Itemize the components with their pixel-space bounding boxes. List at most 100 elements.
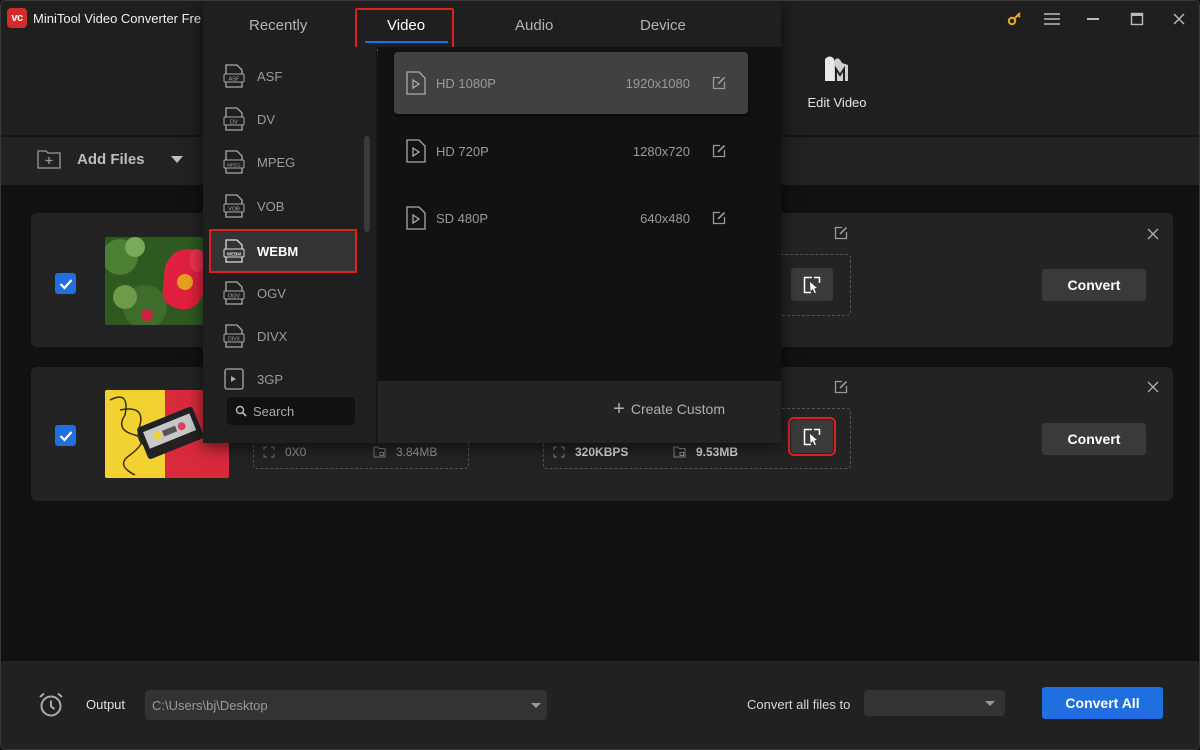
svg-text:VOB: VOB: [228, 207, 240, 213]
movie-maker-icon: [822, 51, 852, 85]
format-label: DIVX: [257, 328, 288, 344]
target-bitrate: 320KBPS: [553, 445, 628, 459]
preset-name: HD 1080P: [436, 75, 496, 91]
format-item-webm[interactable]: WEBM WEBM: [209, 229, 357, 273]
convert-button[interactable]: Convert: [1042, 423, 1146, 455]
format-item-vob[interactable]: VOB VOB: [211, 186, 355, 226]
format-list: ASF ASF DV DV MPEG MPEG VOB VOB WEBM WEB…: [203, 47, 377, 443]
add-files-label: Add Files: [77, 150, 145, 168]
app-logo: vc: [7, 8, 27, 28]
format-label: VOB: [257, 198, 285, 214]
remove-file-icon[interactable]: [1145, 381, 1161, 397]
tab-highlight-box: [355, 8, 454, 51]
create-custom-label: Create Custom: [630, 401, 725, 417]
asf-file-icon: ASF: [223, 64, 245, 88]
source-resolution: 0X0: [263, 445, 306, 459]
preset-item[interactable]: SD 480P 640x480: [394, 187, 748, 249]
file-checkbox[interactable]: [55, 425, 76, 446]
format-picker-popup: Recently Video Audio Device ASF ASF DV D…: [203, 1, 781, 443]
webm-file-icon: WEBM: [223, 239, 245, 263]
format-item-3gp[interactable]: 3GP: [211, 359, 355, 399]
select-format-button[interactable]: [788, 417, 836, 456]
bottom-bar: Output C:\Users\bj\Desktop Convert all f…: [1, 661, 1199, 749]
cursor-select-icon: [803, 276, 821, 293]
svg-text:OGV: OGV: [228, 294, 241, 300]
edit-preset-icon[interactable]: [712, 76, 726, 90]
svg-text:DIVX: DIVX: [228, 337, 240, 343]
convert-all-format-select[interactable]: [864, 690, 1005, 716]
format-label: ASF: [257, 68, 283, 84]
tab-audio[interactable]: Audio: [515, 17, 553, 34]
svg-text:MPEG: MPEG: [227, 163, 241, 168]
edit-video-button[interactable]: Edit Video: [801, 51, 873, 110]
video-file-icon: [406, 139, 426, 163]
dv-file-icon: DV: [223, 107, 245, 131]
convert-button[interactable]: Convert: [1042, 269, 1146, 301]
key-icon[interactable]: [1004, 9, 1026, 29]
svg-text:DV: DV: [230, 120, 238, 126]
search-icon: [235, 405, 247, 417]
add-files-button[interactable]: Add Files: [37, 149, 183, 169]
format-item-mpeg[interactable]: MPEG MPEG: [211, 142, 355, 182]
format-list-scrollbar[interactable]: [364, 136, 370, 232]
output-label: Output: [86, 697, 126, 712]
convert-all-files-to-label: Convert all files to: [747, 697, 851, 712]
file-checkbox[interactable]: [55, 273, 76, 294]
format-label: 3GP: [257, 371, 284, 387]
ogv-file-icon: OGV: [223, 281, 245, 305]
preset-list: HD 1080P 1920x1080 HD 720P 1280x720 SD 4…: [378, 47, 781, 381]
search-placeholder: Search: [253, 403, 295, 419]
edit-target-icon[interactable]: [834, 226, 848, 240]
edit-preset-icon[interactable]: [712, 211, 726, 225]
format-item-divx[interactable]: DIVX DIVX: [211, 316, 355, 356]
app-title: MiniTool Video Converter Fre: [33, 11, 202, 26]
folder-add-icon: [37, 150, 61, 169]
format-item-dv[interactable]: DV DV: [211, 99, 355, 139]
format-search-input[interactable]: Search: [227, 397, 355, 425]
maximize-icon[interactable]: [1126, 9, 1148, 29]
svg-text:ASF: ASF: [229, 77, 240, 83]
chevron-down-icon: [985, 701, 995, 706]
remove-file-icon[interactable]: [1145, 228, 1161, 244]
convert-all-button[interactable]: Convert All: [1042, 687, 1163, 719]
preset-resolution: 640x480: [640, 210, 690, 226]
cursor-select-icon: [803, 428, 821, 445]
preset-resolution: 1920x1080: [625, 75, 690, 91]
video-file-icon: [406, 206, 426, 230]
folder-icon: [373, 446, 386, 458]
resize-icon: [553, 446, 565, 458]
format-label: OGV: [257, 285, 286, 301]
edit-video-label: Edit Video: [807, 95, 867, 110]
video-file-icon: [406, 71, 426, 95]
preset-name: SD 480P: [436, 210, 489, 226]
preset-item[interactable]: HD 720P 1280x720: [394, 120, 748, 182]
preset-item[interactable]: HD 1080P 1920x1080: [394, 52, 748, 114]
add-files-dropdown-icon[interactable]: [170, 155, 183, 163]
edit-target-icon[interactable]: [834, 380, 848, 394]
format-tabs: Recently Video Audio Device: [203, 1, 781, 51]
resize-icon: [263, 446, 275, 458]
edit-preset-icon[interactable]: [712, 144, 726, 158]
svg-text:WEBM: WEBM: [227, 252, 241, 257]
output-path-value: C:\Users\bj\Desktop: [152, 698, 268, 713]
tab-device[interactable]: Device: [640, 17, 686, 34]
create-custom-button[interactable]: + Create Custom: [613, 398, 725, 420]
menu-icon[interactable]: [1041, 9, 1063, 29]
select-format-button[interactable]: [791, 268, 833, 301]
preset-resolution: 1280x720: [632, 143, 690, 159]
format-label: MPEG: [257, 154, 296, 170]
source-size: 3.84MB: [373, 445, 437, 459]
format-label: DV: [257, 111, 276, 127]
close-window-icon[interactable]: [1168, 9, 1190, 29]
schedule-clock-icon[interactable]: [37, 691, 65, 719]
format-item-asf[interactable]: ASF ASF: [211, 56, 355, 96]
preset-name: HD 720P: [436, 143, 489, 159]
plus-icon: +: [613, 398, 625, 420]
divx-file-icon: DIVX: [223, 324, 245, 348]
format-item-ogv[interactable]: OGV OGV: [211, 273, 355, 313]
folder-icon: [673, 446, 686, 458]
mpeg-file-icon: MPEG: [223, 150, 245, 174]
output-path-select[interactable]: C:\Users\bj\Desktop: [145, 690, 547, 720]
tab-recently[interactable]: Recently: [249, 17, 307, 34]
minimize-icon[interactable]: [1082, 9, 1104, 29]
